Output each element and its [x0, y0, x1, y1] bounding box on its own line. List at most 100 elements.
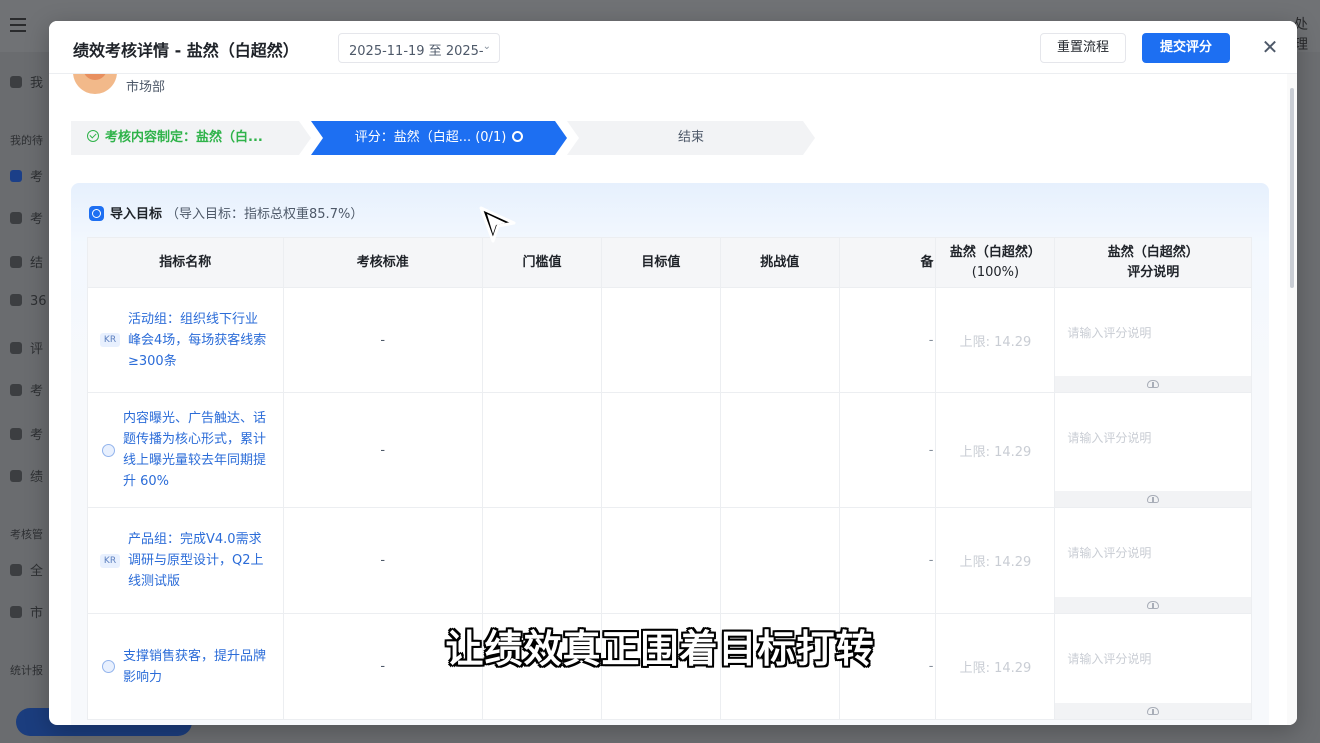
department-label: 市场部 [126, 80, 166, 95]
menu-icon[interactable] [10, 18, 26, 32]
close-icon[interactable]: ✕ [1259, 36, 1281, 58]
sidebar-item[interactable]: 我 [10, 72, 43, 91]
background-top-right-text: 处理 [1294, 17, 1308, 53]
date-range-value: 2025-11-19 至 2025- [349, 44, 484, 59]
standard-cell: - [282, 392, 484, 508]
table-row: 内容曝光、广告触达、话题传播为核心形式，累计线上曝光量较去年同期提升 60% -… [87, 392, 1252, 508]
chat-icon [10, 470, 22, 482]
column-header-standard: 考核标准 [282, 237, 484, 288]
score-input-cell[interactable]: 上限: 14.29 [935, 507, 1056, 614]
sidebar-item[interactable]: 36 [10, 294, 47, 309]
target-cell [600, 507, 721, 614]
column-header-score: 盐然（白超然） (100%) [935, 237, 1056, 288]
modal-title: 绩效考核详情 - 盐然（白超然） [73, 41, 299, 60]
upload-bar[interactable] [1055, 491, 1251, 507]
sidebar-item[interactable]: 绩 [10, 466, 43, 485]
threshold-cell [482, 392, 602, 508]
score-header-name: 盐然（白超然） [949, 245, 1041, 260]
column-header-remark: 备 [838, 237, 937, 288]
step-content-setting[interactable]: 考核内容制定：盐然（白... [71, 121, 311, 155]
scrollbar-thumb[interactable] [1290, 88, 1294, 288]
score-input-cell[interactable]: 上限: 14.29 [935, 392, 1056, 508]
comment-cell[interactable]: 请输入评分说明 [1054, 507, 1252, 614]
submit-score-button[interactable]: 提交评分 [1142, 33, 1230, 63]
date-range-select[interactable]: 2025-11-19 至 2025- ⌄ [338, 33, 500, 63]
column-header-comment: 盐然（白超然） 评分说明 [1054, 237, 1252, 288]
sidebar-item[interactable]: 结 [10, 252, 43, 271]
comment-cell[interactable]: 请输入评分说明 [1054, 287, 1252, 393]
sidebar-section: 我的待 [10, 134, 43, 147]
panel-subtitle: （导入目标：指标总权重85.7%） [166, 207, 364, 222]
objective-icon [102, 443, 115, 457]
upload-cloud-icon [1147, 601, 1160, 609]
sidebar-item[interactable]: 评 [10, 338, 43, 357]
modal-header: 绩效考核详情 - 盐然（白超然） 2025-11-19 至 2025- ⌄ 重置… [49, 21, 1297, 74]
process-steps: 考核内容制定：盐然（白... 评分：盐然（白超... (0/1) 结束 [71, 121, 821, 155]
user-icon [10, 76, 22, 88]
comment-header-sub: 评分说明 [1127, 264, 1180, 280]
indicator-name-cell: KR 产品组：完成V4.0需求调研与原型设计，Q2上线测试版 [87, 507, 284, 614]
remark-cell: - [838, 392, 937, 508]
indicator-name-cell: KR 活动组：组织线下行业峰会4场，每场获客线索≥300条 [87, 287, 284, 393]
sidebar-item[interactable]: 考 [10, 424, 43, 443]
standard-cell: - [282, 287, 484, 393]
video-caption: 让绩效真正围着目标打转 [445, 627, 875, 671]
panel-heading: 导入目标 （导入目标：指标总权重85.7%） [89, 203, 363, 222]
challenge-cell [719, 392, 840, 508]
mouse-cursor-icon [479, 206, 516, 243]
comment-input-placeholder[interactable]: 请输入评分说明 [1067, 429, 1151, 446]
comment-header-name: 盐然（白超然） [1107, 245, 1199, 260]
table-header-row: 指标名称 考核标准 门槛值 目标值 挑战值 备 盐然（白超然） (100%) 盐然… [87, 237, 1252, 288]
indicator-name-link[interactable]: 产品组：完成V4.0需求调研与原型设计，Q2上线测试版 [128, 529, 271, 592]
target-cell [600, 287, 721, 393]
book-icon [10, 384, 22, 396]
circle-icon [10, 294, 22, 306]
column-header-threshold: 门槛值 [482, 237, 602, 288]
edit-icon [10, 256, 22, 268]
target-icon [89, 206, 104, 221]
challenge-cell [719, 507, 840, 614]
column-header-name: 指标名称 [87, 237, 284, 288]
upload-bar[interactable] [1055, 703, 1251, 719]
table-row: KR 活动组：组织线下行业峰会4场，每场获客线索≥300条 - - 上限: 14.… [87, 287, 1252, 393]
chevron-down-icon: ⌄ [482, 41, 491, 52]
clipboard-icon [10, 170, 22, 182]
column-header-challenge: 挑战值 [719, 237, 840, 288]
target-cell [600, 392, 721, 508]
sidebar-item[interactable]: 考 [10, 166, 43, 185]
stamp-icon [10, 428, 22, 440]
column-header-target: 目标值 [600, 237, 721, 288]
table-row: KR 产品组：完成V4.0需求调研与原型设计，Q2上线测试版 - - 上限: 14… [87, 507, 1252, 614]
score-input-cell[interactable]: 上限: 14.29 [935, 287, 1056, 393]
panel-title: 导入目标 [110, 207, 163, 222]
remark-cell: - [838, 287, 937, 393]
indicator-name-link[interactable]: 内容曝光、广告触达、话题传播为核心形式，累计线上曝光量较去年同期提升 60% [123, 408, 271, 492]
sidebar-item[interactable]: 考 [10, 380, 43, 399]
upload-cloud-icon [1147, 707, 1160, 715]
kr-tag: KR [100, 553, 120, 568]
threshold-cell [482, 507, 602, 614]
reset-process-button[interactable]: 重置流程 [1040, 33, 1126, 63]
upload-bar[interactable] [1055, 376, 1251, 392]
standard-cell: - [282, 507, 484, 614]
upload-cloud-icon [1147, 380, 1160, 388]
comment-cell[interactable]: 请输入评分说明 [1054, 392, 1252, 508]
sidebar-item[interactable]: 全 [10, 560, 43, 579]
upload-bar[interactable] [1055, 597, 1251, 613]
check-circle-icon [87, 130, 99, 142]
indicator-name-cell: 内容曝光、广告触达、话题传播为核心形式，累计线上曝光量较去年同期提升 60% [87, 392, 284, 508]
upload-cloud-icon [1147, 495, 1160, 503]
comment-input-placeholder[interactable]: 请输入评分说明 [1067, 324, 1151, 341]
kr-tag: KR [100, 333, 120, 347]
comment-input-placeholder[interactable]: 请输入评分说明 [1067, 544, 1151, 561]
stamp-icon [10, 212, 22, 224]
sidebar-item[interactable]: 考 [10, 208, 43, 227]
step-end[interactable]: 结束 [567, 121, 815, 155]
shield-icon [10, 606, 22, 618]
threshold-cell [482, 287, 602, 393]
avatar [73, 74, 117, 94]
indicator-name-link[interactable]: 活动组：组织线下行业峰会4场，每场获客线索≥300条 [128, 309, 271, 372]
star-icon [10, 342, 22, 354]
step-scoring[interactable]: 评分：盐然（白超... (0/1) [311, 121, 567, 155]
sidebar-section: 考核管 [10, 528, 43, 541]
